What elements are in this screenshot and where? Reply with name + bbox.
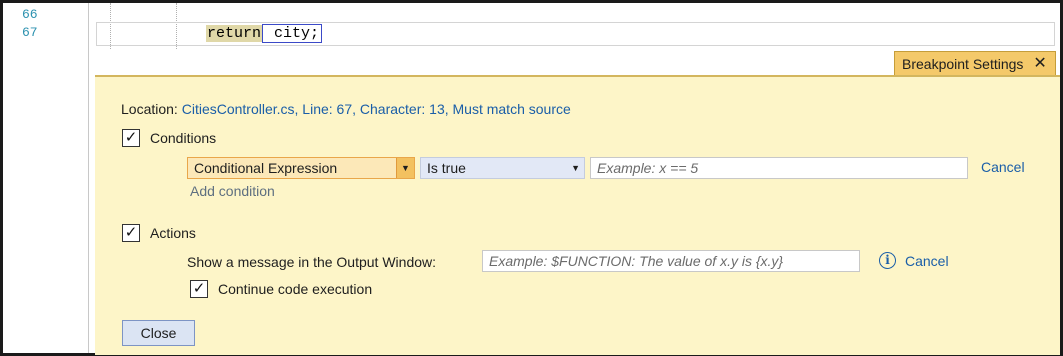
condition-cancel-link[interactable]: Cancel — [981, 159, 1025, 175]
code-area[interactable]: return city; — [90, 3, 1060, 49]
code-text: city; — [262, 24, 323, 43]
line-number-66: 66 — [22, 7, 38, 22]
breakpoint-settings-title: Breakpoint Settings — [902, 56, 1024, 72]
condition-type-dropdown[interactable]: Conditional Expression ▼ — [187, 157, 415, 179]
breakpoint-settings-tab: Breakpoint Settings ✕ — [894, 51, 1056, 77]
output-message-input[interactable] — [482, 250, 860, 272]
dropdown-arrow-icon: ▼ — [571, 163, 580, 173]
breakpoint-settings-panel: Location: CitiesController.cs, Line: 67,… — [95, 75, 1060, 355]
conditions-label: Conditions — [150, 130, 217, 146]
editor-window: 66 67 return city; Breakpoint Settings ✕… — [0, 0, 1063, 356]
action-cancel-link[interactable]: Cancel — [905, 253, 949, 269]
close-button[interactable]: Close — [122, 320, 195, 346]
condition-type-value: Conditional Expression — [194, 160, 338, 176]
code-keyword: return — [206, 25, 263, 42]
location-label: Location: — [121, 101, 178, 117]
line-number-67: 67 — [22, 25, 38, 40]
condition-mode-dropdown[interactable]: Is true ▼ — [420, 157, 585, 179]
continue-execution-label: Continue code execution — [218, 281, 373, 297]
close-icon[interactable]: ✕ — [1033, 56, 1046, 72]
condition-expression-input[interactable] — [590, 157, 968, 179]
condition-mode-value: Is true — [427, 160, 466, 176]
actions-checkbox[interactable]: ✓ — [122, 224, 140, 242]
actions-label: Actions — [150, 225, 196, 241]
info-icon[interactable]: i — [879, 252, 896, 269]
location-line: Location: CitiesController.cs, Line: 67,… — [121, 101, 571, 117]
dropdown-arrow-icon: ▼ — [396, 158, 414, 178]
add-condition-link[interactable]: Add condition — [190, 183, 275, 199]
code-line-67[interactable]: return city; — [206, 24, 323, 43]
line-number-gutter: 66 67 — [3, 3, 89, 353]
conditions-checkbox[interactable]: ✓ — [122, 129, 140, 147]
continue-execution-checkbox[interactable]: ✓ — [190, 280, 208, 298]
location-link[interactable]: CitiesController.cs, Line: 67, Character… — [182, 101, 571, 117]
output-message-label: Show a message in the Output Window: — [187, 254, 437, 270]
